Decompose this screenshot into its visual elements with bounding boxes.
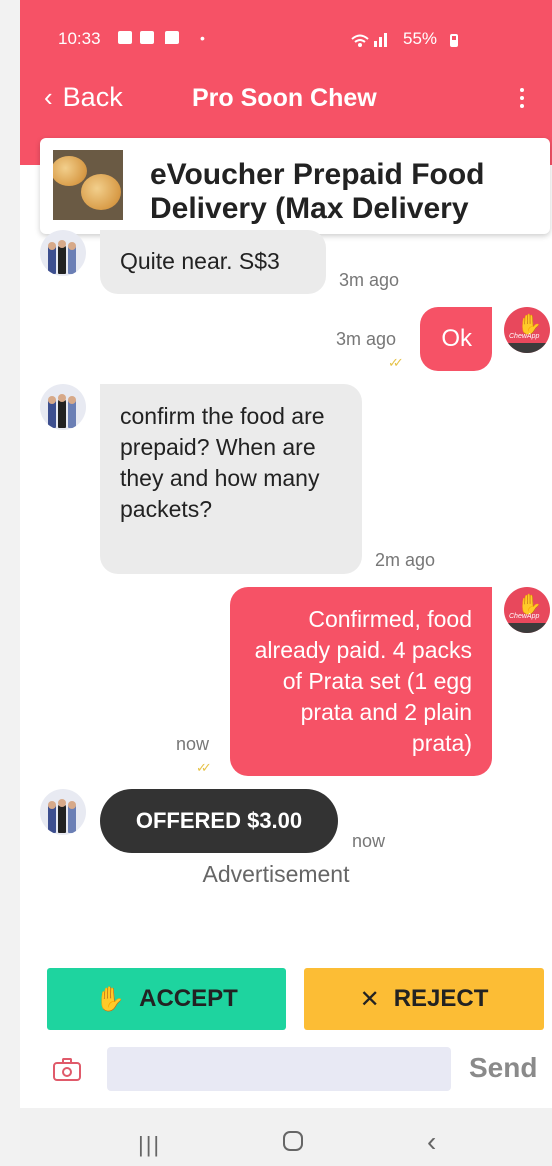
reject-label: REJECT [393,985,489,1012]
accept-label: ACCEPT [139,985,238,1012]
seller-avatar[interactable] [40,230,86,276]
send-button[interactable]: Send [469,1052,537,1084]
message-bubble: confirm the food are prepaid? When are t… [100,384,362,574]
more-options-icon[interactable] [520,88,524,112]
battery-icon [450,34,458,47]
message-bubble: Confirmed, food already paid. 4 packs of… [230,587,492,776]
offer-time: now [352,831,386,851]
system-nav-bar: ||| ‹ [20,1108,552,1166]
my-avatar[interactable]: ✋ ChewApp [504,307,550,353]
back-label: Back [62,82,123,112]
message-time: 3m ago [336,329,397,349]
read-receipt-icon: ✓✓ [196,760,212,775]
seller-avatar[interactable] [40,384,86,430]
accept-button[interactable]: ✋ ACCEPT [47,968,286,1030]
page-title: Pro Soon Chew [192,84,377,112]
chevron-left-icon: ‹ [44,82,53,112]
chat-screen: 10:33 • 55% ‹ Back Pro Soon Chew eVouche… [20,0,552,1166]
product-card[interactable]: eVoucher Prepaid Food Delivery (Max Deli… [40,138,550,234]
back-button[interactable]: ‹ Back [44,82,123,113]
close-icon: ✕ [359,985,380,1013]
notification-dot: • [200,30,205,46]
avatar-label: ChewApp [509,333,540,340]
message-time: now [176,734,210,754]
product-title: eVoucher Prepaid Food Delivery (Max Deli… [150,158,485,224]
offer-badge: OFFERED $3.00 [100,789,338,853]
home-icon[interactable] [283,1131,303,1151]
my-avatar[interactable]: ✋ ChewApp [504,587,550,633]
advertisement-label: Advertisement [202,861,350,887]
status-bar: 10:33 • 55% [20,26,552,56]
message-bubble: Quite near. S$3 [100,230,326,294]
battery-percent: 55% [403,29,438,48]
chevron-left-icon[interactable]: ‹ [427,1126,436,1158]
message-time: 2m ago [375,550,436,570]
hand-icon: ✋ [95,985,126,1013]
recent-apps-icon[interactable]: ||| [138,1132,161,1158]
message-icon [165,31,179,44]
message-input[interactable] [107,1047,451,1091]
calendar-icon [118,31,132,44]
wifi-signal-icon [351,33,387,47]
gallery-icon [140,31,154,44]
message-time: 3m ago [339,270,400,290]
product-image [53,150,123,220]
seller-avatar[interactable] [40,789,86,835]
message-bubble: Ok [420,307,492,371]
avatar-label: ChewApp [509,613,540,620]
status-time: 10:33 [58,29,101,48]
read-receipt-icon: ✓✓ [388,355,404,370]
reject-button[interactable]: ✕ REJECT [304,968,544,1030]
camera-icon[interactable] [53,1057,83,1081]
nav-bar: ‹ Back Pro Soon Chew [20,80,552,120]
